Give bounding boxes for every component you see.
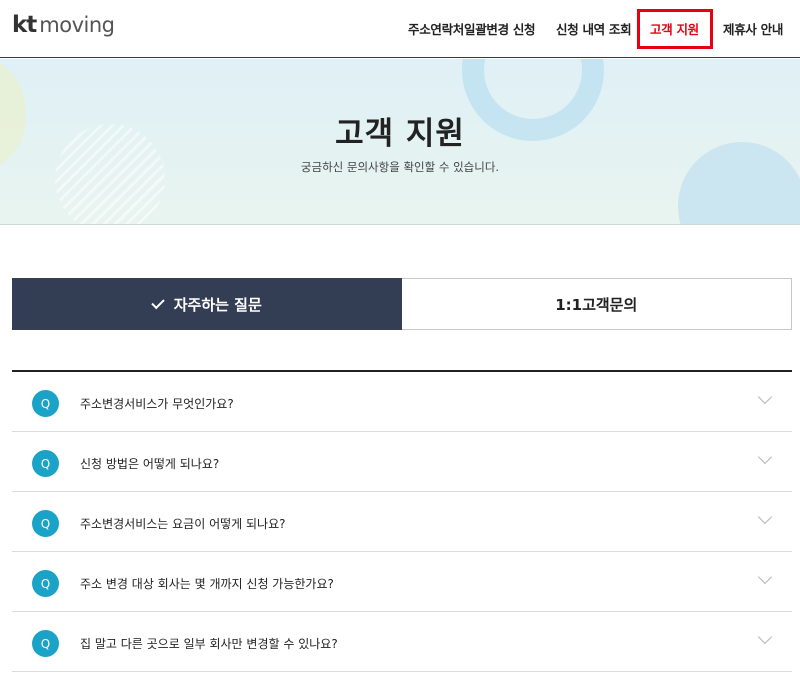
faq-item[interactable]: Q 집 말고 다른 곳으로 일부 회사만 변경할 수 있나요? [12,612,792,672]
tab-inquiry-label: 1:1고객문의 [555,295,638,314]
q-badge-icon: Q [32,630,59,657]
faq-question: 주소 변경 대상 회사는 몇 개까지 신청 가능한가요? [80,577,334,591]
tab-one-to-one-inquiry[interactable]: 1:1고객문의 [401,278,792,330]
check-icon [151,295,165,309]
q-badge-icon: Q [32,390,59,417]
chevron-down-icon[interactable] [757,449,773,465]
faq-list: Q 주소변경서비스가 무엇인가요? Q 신청 방법은 어떻게 되나요? Q 주소… [12,370,792,672]
chevron-down-icon[interactable] [757,509,773,525]
faq-item[interactable]: Q 주소 변경 대상 회사는 몇 개까지 신청 가능한가요? [12,552,792,612]
faq-question: 집 말고 다른 곳으로 일부 회사만 변경할 수 있나요? [80,637,338,651]
faq-question: 주소변경서비스가 무엇인가요? [80,397,234,411]
faq-question: 주소변경서비스는 요금이 어떻게 되나요? [80,517,286,531]
q-badge-icon: Q [32,510,59,537]
chevron-down-icon[interactable] [757,629,773,645]
page-title: 고객 지원 [335,116,465,152]
nav-partners[interactable]: 제휴사 안내 [723,19,783,38]
faq-question: 신청 방법은 어떻게 되나요? [80,457,220,471]
hero-banner: 고객 지원 궁금하신 문의사항을 확인할 수 있습니다. [0,59,800,225]
tab-faq-label: 자주하는 질문 [173,295,262,314]
tab-faq[interactable]: 자주하는 질문 [12,278,402,330]
faq-item[interactable]: Q 주소변경서비스는 요금이 어떻게 되나요? [12,492,792,552]
nav-active-highlight [637,9,713,49]
support-tabs: 자주하는 질문 1:1고객문의 [12,278,792,330]
decorative-circle [678,142,800,224]
site-header: kt moving 주소연락처일괄변경 신청 신청 내역 조회 고객 지원 제휴… [0,0,800,58]
nav-application-history[interactable]: 신청 내역 조회 [556,19,632,38]
q-badge-icon: Q [32,570,59,597]
chevron-down-icon[interactable] [757,569,773,585]
faq-item[interactable]: Q 신청 방법은 어떻게 되나요? [12,432,792,492]
nav-address-change[interactable]: 주소연락처일괄변경 신청 [408,19,536,38]
q-badge-icon: Q [32,450,59,477]
chevron-down-icon[interactable] [757,389,773,405]
page-subtitle: 궁금하신 문의사항을 확인할 수 있습니다. [300,160,500,174]
faq-item[interactable]: Q 주소변경서비스가 무엇인가요? [12,372,792,432]
